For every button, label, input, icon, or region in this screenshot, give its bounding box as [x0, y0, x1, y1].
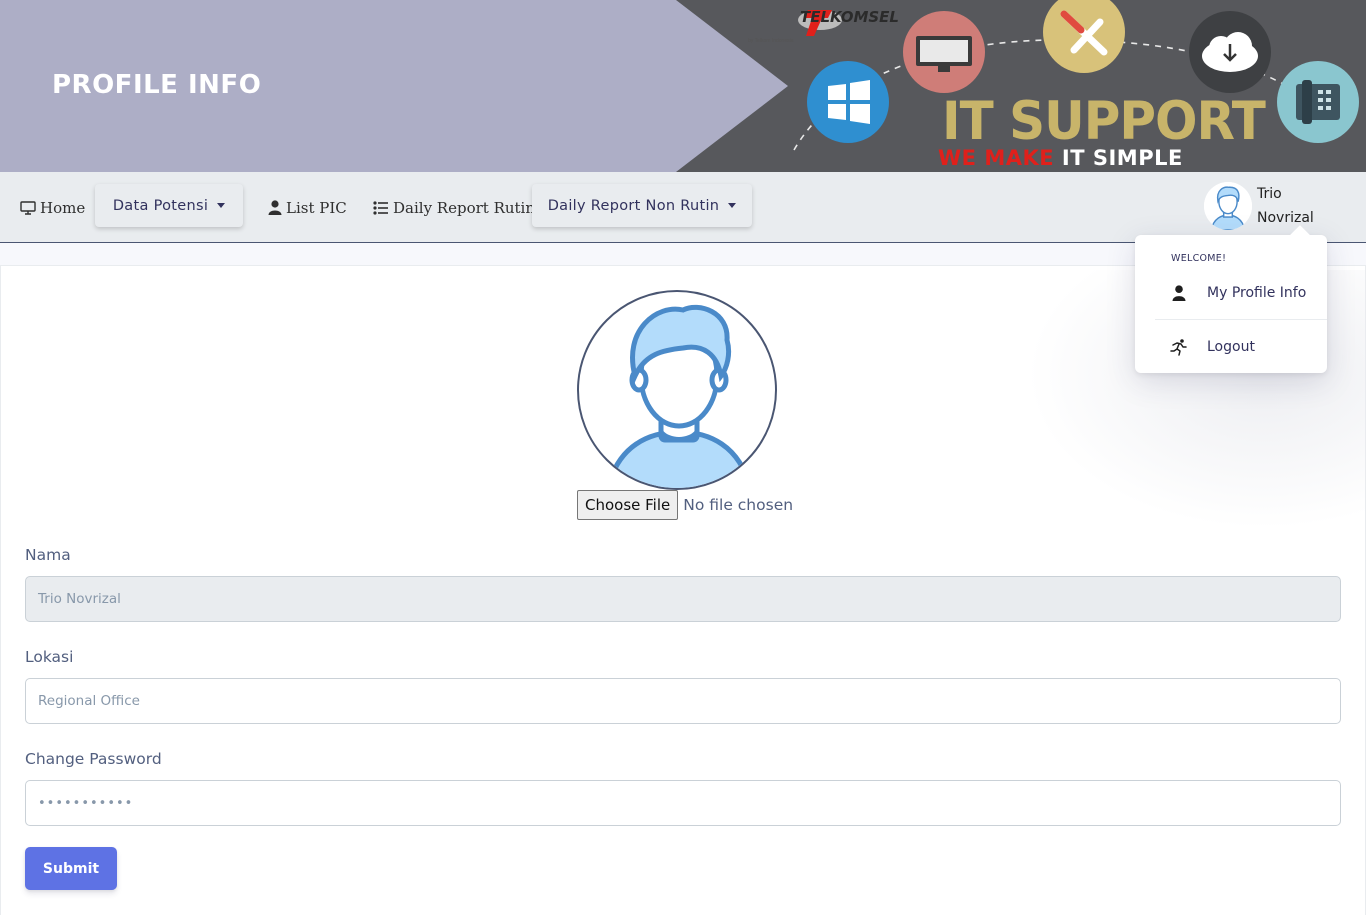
caret-down-icon: [217, 203, 226, 208]
nav-home-label: Home: [40, 198, 86, 217]
list-icon: [373, 200, 389, 215]
tagline-red: WE MAKE: [938, 146, 1055, 170]
submit-button[interactable]: Submit: [25, 847, 117, 890]
password-label: Change Password: [25, 750, 162, 768]
nav-daily-report-rutin[interactable]: Daily Report Rutin: [373, 172, 535, 243]
nav-daily-report-non-rutin-dropdown[interactable]: Daily Report Non Rutin: [532, 184, 752, 227]
header-banner: PROFILE INFO TELKOMSEL by Telkom Indones…: [0, 0, 1366, 172]
lokasi-label: Lokasi: [25, 648, 74, 666]
file-status: No file chosen: [683, 496, 794, 514]
user-icon: [268, 200, 282, 215]
logout-label: Logout: [1207, 339, 1255, 355]
user-first-name: Trio: [1257, 186, 1282, 202]
profile-photo: [577, 290, 777, 490]
nama-label: Nama: [25, 546, 71, 564]
running-person-icon: [1169, 338, 1189, 356]
dropdown-header: WELCOME!: [1171, 253, 1227, 264]
nama-field[interactable]: Trio Novrizal: [25, 576, 1341, 622]
file-upload: Choose File No file chosen: [577, 490, 793, 520]
nav-daily-report-rutin-label: Daily Report Rutin: [393, 198, 536, 217]
nav-data-potensi-dropdown[interactable]: Data Potensi: [95, 184, 243, 227]
user-menu-toggle[interactable]: Trio Novrizal: [1204, 182, 1327, 230]
logout-link[interactable]: Logout: [1135, 330, 1327, 364]
monitor-icon: [20, 200, 36, 215]
user-last-name: Novrizal: [1257, 210, 1314, 226]
banner-tagline: WE MAKE IT SIMPLE: [938, 148, 1183, 169]
banner-headline: IT SUPPORT: [942, 90, 1266, 152]
my-profile-label: My Profile Info: [1207, 285, 1307, 301]
user-dropdown-menu: WELCOME! My Profile Info Logout: [1135, 235, 1327, 373]
nav-list-pic[interactable]: List PIC: [268, 172, 347, 243]
choose-file-button[interactable]: Choose File: [577, 490, 679, 520]
nav-daily-report-non-rutin-label: Daily Report Non Rutin: [547, 197, 720, 214]
caret-down-icon: [728, 203, 737, 208]
brand-subtitle: by Telkom Indonesia: [748, 38, 794, 44]
nav-home[interactable]: Home: [20, 172, 85, 243]
my-profile-link[interactable]: My Profile Info: [1135, 276, 1327, 310]
nav-list-pic-label: List PIC: [286, 198, 347, 217]
tagline-white: IT SIMPLE: [1061, 146, 1183, 170]
user-avatar-icon: [1204, 182, 1252, 230]
lokasi-field[interactable]: Regional Office: [25, 678, 1341, 724]
avatar: [1204, 182, 1252, 230]
dropdown-divider: [1155, 319, 1327, 320]
user-avatar-icon: [605, 304, 753, 488]
main-navbar: Home Data Potensi List PIC Daily Report …: [0, 172, 1366, 243]
user-name: Trio Novrizal: [1257, 182, 1327, 230]
nav-data-potensi-label: Data Potensi: [112, 197, 209, 214]
page-title: PROFILE INFO: [52, 70, 262, 100]
password-field[interactable]: •••••••••••: [25, 780, 1341, 826]
user-icon: [1169, 285, 1189, 301]
brand-name: TELKOMSEL: [800, 8, 899, 26]
